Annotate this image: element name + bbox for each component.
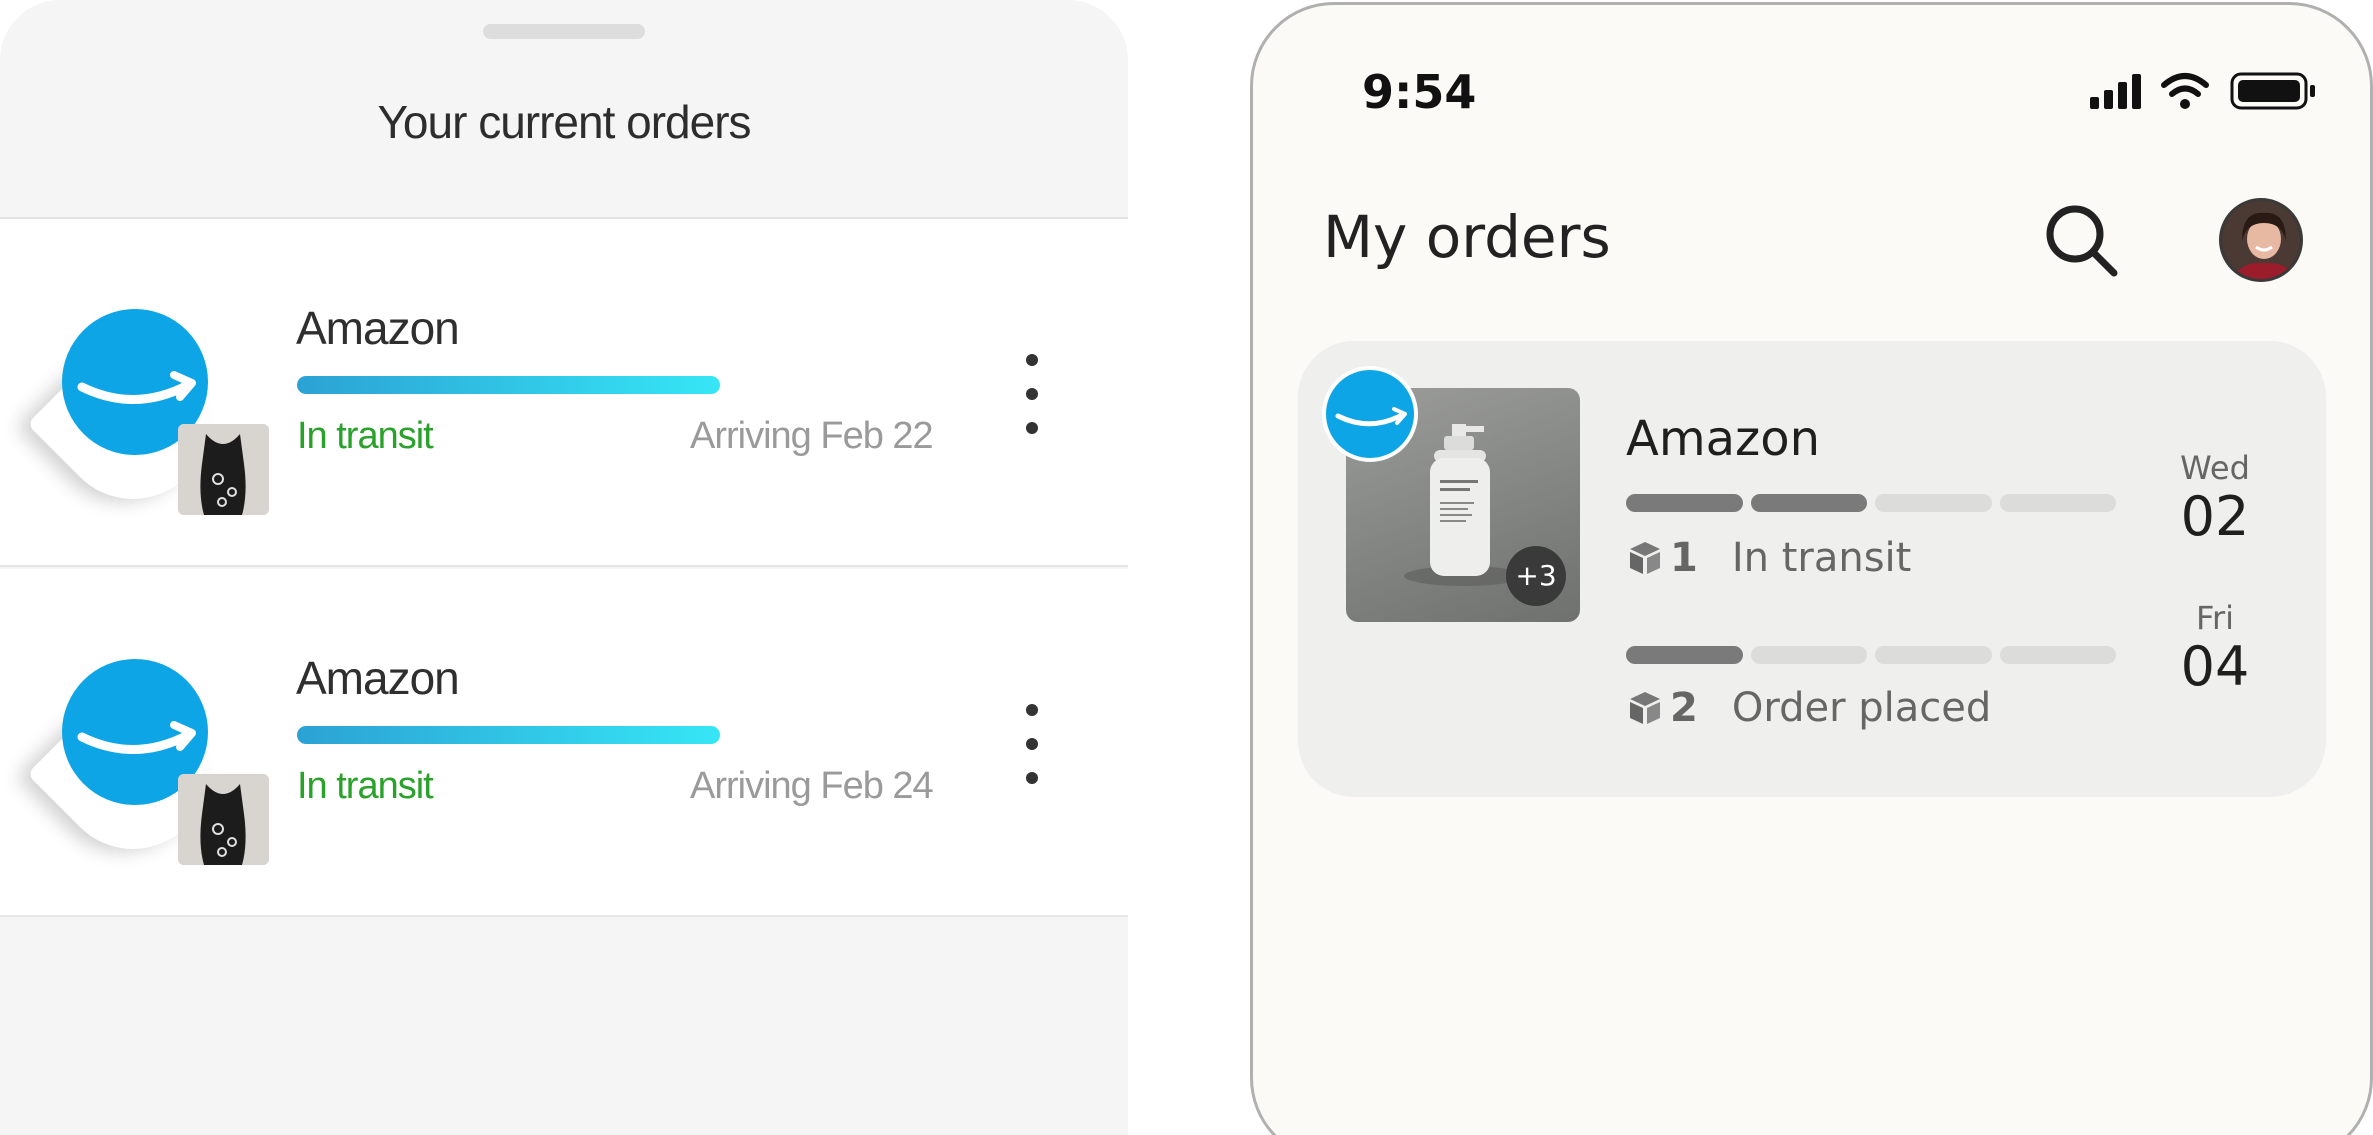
product-thumbnail (178, 774, 269, 865)
status-time: 9:54 (1362, 65, 1477, 119)
product-thumbnail (178, 424, 269, 515)
sheet-title: Your current orders (377, 96, 751, 148)
order-card[interactable]: +3 Amazon 1 In transit 2 Order placed We… (1298, 341, 2326, 797)
search-icon[interactable] (2042, 201, 2120, 279)
page-title: My orders (1323, 203, 1611, 271)
package-number: 1 (1670, 535, 1698, 581)
package-icon (1626, 689, 1664, 727)
delivery-date-number: 02 (2180, 485, 2250, 548)
progress-segment (1999, 646, 2116, 664)
signal-icon (2090, 74, 2141, 109)
package-status: Order placed (1731, 685, 1992, 731)
merchant-name: Amazon (296, 652, 460, 704)
delivery-progress-bar (297, 726, 720, 744)
amazon-logo-icon (1322, 366, 1418, 462)
progress-segment (1999, 494, 2116, 512)
extra-items-badge: +3 (1506, 546, 1566, 606)
progress-segment (1750, 494, 1867, 512)
package-line: 2 Order placed (1626, 683, 1991, 731)
delivery-progress-bar (297, 376, 720, 394)
wifi-icon (2161, 73, 2209, 109)
progress-segment (1750, 646, 1867, 664)
merchant-name: Amazon (296, 302, 460, 354)
order-status: In transit (297, 765, 434, 807)
arrival-date: Arriving Feb 24 (690, 765, 934, 807)
delivery-date-number: 04 (2180, 635, 2250, 698)
package-progress-bar (1626, 646, 2116, 664)
order-status: In transit (297, 415, 434, 457)
merchant-name: Amazon (1626, 411, 1820, 467)
progress-segment (1875, 494, 1992, 512)
package-status: In transit (1731, 535, 1912, 581)
avatar[interactable] (2219, 198, 2303, 282)
sheet-drag-handle[interactable] (483, 24, 645, 39)
screen: Your current orders Amazon In transit Ar… (0, 0, 2373, 1135)
progress-segment (1626, 646, 1743, 664)
progress-segment (1875, 646, 1992, 664)
kebab-menu-icon[interactable] (1012, 704, 1052, 784)
package-number: 2 (1670, 685, 1698, 731)
delivery-day: Fri (2195, 599, 2235, 637)
package-icon (1626, 539, 1664, 577)
status-icons (2090, 71, 2320, 111)
delivery-day: Wed (2180, 449, 2250, 487)
package-progress-bar (1626, 494, 2116, 512)
phone-frame: 9:54 My orders +3 Amazon 1 In transit 2 … (1250, 2, 2373, 1135)
delivery-date: Fri 04 (2160, 599, 2270, 698)
battery-icon (2230, 72, 2315, 110)
order-row[interactable]: Amazon In transit Arriving Feb 24 (0, 569, 1128, 917)
order-row[interactable]: Amazon In transit Arriving Feb 22 (0, 219, 1128, 567)
current-orders-sheet: Your current orders Amazon In transit Ar… (0, 0, 1128, 1135)
arrival-date: Arriving Feb 22 (690, 415, 934, 457)
progress-segment (1626, 494, 1743, 512)
delivery-date: Wed 02 (2160, 449, 2270, 548)
kebab-menu-icon[interactable] (1012, 354, 1052, 434)
package-line: 1 In transit (1626, 533, 1911, 581)
